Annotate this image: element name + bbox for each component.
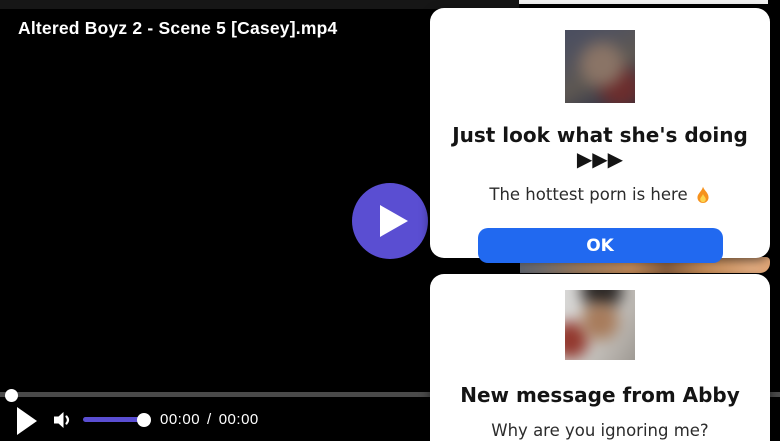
time-display: 00:00 / 00:00 — [160, 411, 259, 428]
time-separator: / — [207, 411, 212, 428]
duration: 00:00 — [218, 411, 259, 428]
popup-ad-2: New message from Abby Why are you ignori… — [430, 274, 770, 441]
play-icon — [379, 205, 408, 237]
volume-knob[interactable] — [137, 413, 151, 427]
ok-button[interactable]: OK — [477, 228, 723, 263]
popup-thumbnail[interactable] — [565, 30, 635, 103]
current-time: 00:00 — [160, 411, 201, 428]
speaker-icon — [54, 412, 70, 428]
play-button[interactable] — [17, 407, 37, 440]
big-play-button[interactable] — [352, 183, 428, 259]
popup-subtext-text: Why are you ignoring me? — [491, 421, 709, 440]
popup-heading: Just look what she's doing ▶▶▶ — [452, 123, 748, 171]
popup-subtext: Why are you ignoring me? — [440, 421, 760, 441]
popup-thumbnail[interactable] — [565, 290, 635, 360]
fire-emoji-icon — [697, 186, 709, 203]
play-icon — [17, 407, 37, 435]
popup-subtext: The hottest porn is here — [440, 185, 760, 205]
ad-panel-top-edge — [519, 0, 768, 4]
video-player-page: Altered Boyz 2 - Scene 5 [Casey].mp4 00:… — [0, 0, 780, 441]
video-title: Altered Boyz 2 - Scene 5 [Casey].mp4 — [18, 18, 338, 38]
volume-button[interactable] — [50, 408, 74, 437]
popup-heading: New message from Abby — [460, 383, 740, 407]
seek-knob[interactable] — [5, 389, 18, 402]
blurred-thumbnail-image — [565, 30, 635, 103]
volume-slider[interactable] — [83, 417, 140, 422]
blurred-thumbnail-image — [565, 290, 635, 360]
popup-subtext-text: The hottest porn is here — [489, 185, 688, 204]
popup-ad-1: Just look what she's doing ▶▶▶ The hotte… — [430, 8, 770, 263]
